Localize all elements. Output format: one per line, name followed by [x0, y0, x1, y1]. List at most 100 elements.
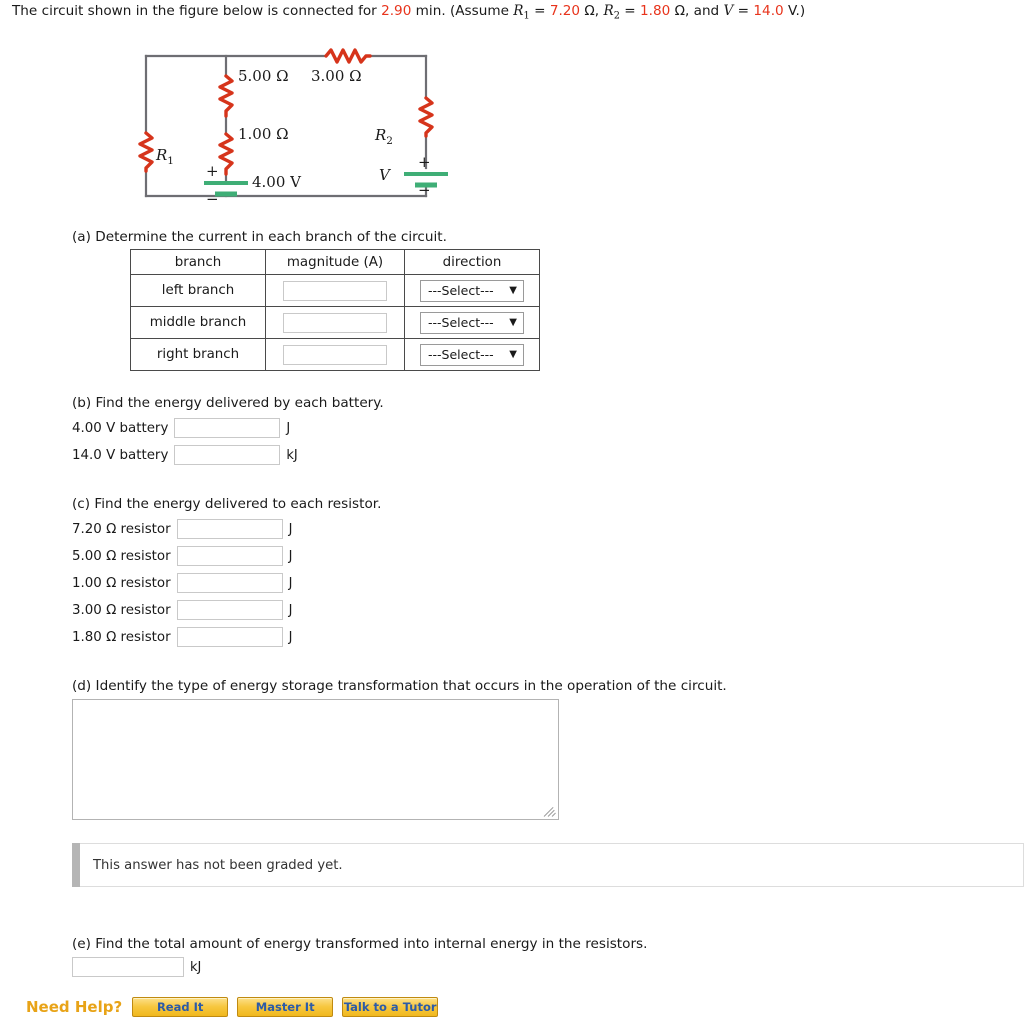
- row-label-middle-branch: middle branch: [130, 306, 266, 339]
- label-r1: R1: [156, 146, 174, 167]
- label-v: V: [379, 166, 390, 184]
- answer-row-resistor-1-00: 1.00 Ω resistor J: [72, 573, 292, 593]
- label-resistor-5-00: 5.00 Ω resistor: [72, 548, 171, 564]
- answer-row-resistor-3-00: 3.00 Ω resistor J: [72, 600, 292, 620]
- label-resistor-3-00: 3.00 Ω resistor: [72, 602, 171, 618]
- answer-row-total-energy: kJ: [72, 957, 201, 977]
- answer-row-resistor-1-80: 1.80 Ω resistor J: [72, 627, 292, 647]
- notice-accent-bar: [72, 843, 80, 887]
- label-resistor-7-20: 7.20 Ω resistor: [72, 521, 171, 537]
- chevron-down-icon: ▼: [509, 316, 517, 328]
- prompt-v-symbol: V: [723, 3, 734, 19]
- prompt-r2-value: 1.80: [639, 3, 671, 19]
- total-energy-input[interactable]: [72, 957, 184, 977]
- resize-handle-icon[interactable]: [543, 804, 557, 818]
- battery-4v-plus-sign: +: [206, 162, 219, 180]
- battery-4v-minus-sign: −: [206, 190, 219, 208]
- part-d-label: (d) Identify the type of energy storage …: [72, 678, 727, 694]
- unit-resistor-1-80: J: [288, 629, 293, 645]
- unit-resistor-7-20: J: [288, 521, 293, 537]
- notice-message: This answer has not been graded yet.: [93, 857, 343, 873]
- energy-input-battery-4v[interactable]: [174, 418, 281, 438]
- prompt-text-2: min. (Assume: [411, 3, 514, 19]
- answer-row-battery-4v: 4.00 V battery J: [72, 418, 290, 438]
- label-resistor-1-00: 1.00 Ω resistor: [72, 575, 171, 591]
- prompt-text-3: V.): [783, 3, 806, 19]
- part-a-label: (a) Determine the current in each branch…: [72, 229, 447, 245]
- unit-battery-4v: J: [286, 420, 291, 436]
- label-1ohm: 1.00 Ω: [238, 125, 289, 143]
- prompt-eq-1: =: [529, 3, 550, 19]
- direction-select-left-branch[interactable]: ---Select--- ▼: [420, 279, 524, 302]
- prompt-ohm-1: Ω,: [580, 3, 604, 19]
- energy-input-resistor-5-00[interactable]: [176, 546, 283, 566]
- answer-row-battery-14v: 14.0 V battery kJ: [72, 445, 298, 465]
- cell-direction-right-branch: ---Select--- ▼: [404, 338, 540, 371]
- magnitude-input-left-branch[interactable]: [283, 280, 387, 301]
- prompt-ohm-2: Ω, and: [670, 3, 724, 19]
- energy-input-resistor-7-20[interactable]: [176, 519, 283, 539]
- cell-direction-middle-branch: ---Select--- ▼: [404, 306, 540, 339]
- row-label-right-branch: right branch: [130, 338, 266, 371]
- direction-select-left-branch-value: ---Select---: [428, 283, 494, 298]
- prompt-time-value: 2.90: [381, 3, 412, 19]
- unit-resistor-1-00: J: [288, 575, 293, 591]
- prompt-text-1: The circuit shown in the figure below is…: [12, 3, 382, 19]
- prompt-r1-value: 7.20: [549, 3, 581, 19]
- unit-total-energy: kJ: [190, 959, 202, 975]
- energy-input-resistor-3-00[interactable]: [176, 600, 283, 620]
- resistor-r2-symbol: [418, 96, 434, 138]
- branch-current-table: branch magnitude (A) direction left bran…: [130, 249, 540, 371]
- chevron-down-icon: ▼: [509, 348, 517, 360]
- question-prompt: The circuit shown in the figure below is…: [12, 3, 805, 22]
- label-resistor-1-80: 1.80 Ω resistor: [72, 629, 171, 645]
- answer-row-resistor-7-20: 7.20 Ω resistor J: [72, 519, 292, 539]
- battery-v-plus-sign: +: [418, 153, 431, 171]
- direction-select-right-branch[interactable]: ---Select--- ▼: [420, 343, 524, 366]
- part-e-label: (e) Find the total amount of energy tran…: [72, 936, 648, 952]
- magnitude-input-right-branch[interactable]: [283, 344, 387, 365]
- answer-row-resistor-5-00: 5.00 Ω resistor J: [72, 546, 292, 566]
- essay-answer-container: [72, 699, 559, 820]
- master-it-button[interactable]: Master It: [237, 997, 334, 1017]
- column-header-magnitude: magnitude (A): [265, 249, 405, 275]
- battery-v-minus-sign: −: [418, 181, 431, 199]
- energy-input-resistor-1-00[interactable]: [176, 573, 283, 593]
- row-label-left-branch: left branch: [130, 274, 266, 307]
- part-b-label: (b) Find the energy delivered by each ba…: [72, 395, 384, 411]
- resistor-5ohm-symbol: [218, 74, 234, 118]
- table-header-row: branch magnitude (A) direction: [130, 249, 540, 275]
- direction-select-middle-branch[interactable]: ---Select--- ▼: [420, 311, 524, 334]
- cell-magnitude-right-branch: [265, 338, 405, 371]
- read-it-button[interactable]: Read It: [132, 997, 229, 1017]
- table-row: middle branch ---Select--- ▼: [130, 306, 540, 339]
- energy-input-battery-14v[interactable]: [174, 445, 281, 465]
- label-5ohm: 5.00 Ω: [238, 67, 289, 85]
- direction-select-right-branch-value: ---Select---: [428, 347, 494, 362]
- cell-magnitude-middle-branch: [265, 306, 405, 339]
- need-help-bar: Need Help? Read It Master It Talk to a T…: [26, 996, 447, 1018]
- unit-battery-14v: kJ: [286, 447, 298, 463]
- label-battery-4v: 4.00 V battery: [72, 420, 169, 436]
- talk-to-a-tutor-button[interactable]: Talk to a Tutor: [342, 997, 439, 1017]
- label-4v: 4.00 V: [252, 173, 301, 191]
- cell-magnitude-left-branch: [265, 274, 405, 307]
- energy-input-resistor-1-80[interactable]: [176, 627, 283, 647]
- essay-answer-textarea[interactable]: [73, 700, 558, 819]
- prompt-r2-symbol: R2: [603, 3, 620, 22]
- resistor-r1-symbol: [138, 131, 154, 173]
- direction-select-middle-branch-value: ---Select---: [428, 315, 494, 330]
- unit-resistor-5-00: J: [288, 548, 293, 564]
- table-row: right branch ---Select--- ▼: [130, 338, 540, 371]
- prompt-v-value: 14.0: [753, 3, 784, 19]
- resistor-3ohm-symbol: [324, 48, 372, 64]
- table-row: left branch ---Select--- ▼: [130, 274, 540, 307]
- resistor-1ohm-symbol: [218, 132, 234, 176]
- label-r2: R2: [375, 126, 393, 147]
- unit-resistor-3-00: J: [288, 602, 293, 618]
- need-help-title: Need Help?: [26, 998, 123, 1016]
- label-battery-14v: 14.0 V battery: [72, 447, 169, 463]
- part-c-label: (c) Find the energy delivered to each re…: [72, 496, 382, 512]
- magnitude-input-middle-branch[interactable]: [283, 312, 387, 333]
- grading-notice: This answer has not been graded yet.: [72, 843, 1024, 887]
